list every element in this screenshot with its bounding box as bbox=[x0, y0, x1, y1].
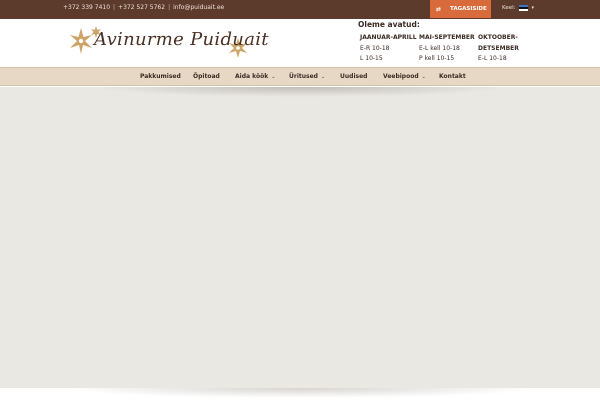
chat-icon: ⇄ bbox=[436, 5, 442, 13]
nav-item-label: Aida köök bbox=[235, 73, 269, 80]
nav-item-label: Uudised bbox=[340, 73, 368, 80]
nav-item-label: Õpitoad bbox=[193, 73, 220, 80]
nav-item-label: Pakkumised bbox=[140, 73, 181, 80]
chevron-down-icon: ⌄ bbox=[271, 74, 276, 80]
nav-item-veebipood[interactable]: Veebipood ⌄ bbox=[383, 73, 426, 80]
feedback-button[interactable]: ⇄ TAGASISIDE bbox=[430, 0, 491, 18]
language-label: Keel: bbox=[502, 5, 516, 11]
nav-item-label: Üritused bbox=[289, 73, 318, 80]
main-content-area bbox=[0, 87, 600, 389]
separator: | bbox=[168, 4, 171, 11]
chevron-down-icon: ⌄ bbox=[320, 74, 326, 80]
hours-line: E-R 10-18 bbox=[360, 44, 390, 52]
hours-line: P kell 10-15 bbox=[419, 55, 455, 62]
email-link[interactable]: info@puiduait.ee bbox=[173, 4, 224, 11]
top-bar: +372 339 7410 | +372 527 5762 | info@puiduai… bbox=[0, 0, 600, 19]
site-header: Avinurme Puiduait Oleme avatud: JAANUAR-… bbox=[0, 19, 600, 67]
nav-shadow bbox=[90, 87, 510, 97]
hours-line: DETSEMBER bbox=[478, 44, 519, 52]
hours-column-autumn: OKTOOBER- DETSEMBER E-L 10-18 bbox=[478, 33, 519, 65]
hours-heading: OKTOOBER- bbox=[478, 34, 518, 41]
content-bottom-shadow bbox=[0, 388, 600, 400]
hours-line: E-L 10-18 bbox=[478, 55, 507, 62]
nav-item-label: Kontakt bbox=[439, 73, 466, 80]
chevron-down-icon: ⌄ bbox=[421, 74, 426, 80]
nav-item-kontakt[interactable]: Kontakt bbox=[439, 73, 466, 80]
hours-column-summer: MAI-SEPTEMBER E-L kell 10-18 P kell 10-1… bbox=[419, 33, 475, 65]
feedback-label: TAGASISIDE bbox=[450, 6, 487, 12]
nav-item-uudised[interactable]: Uudised bbox=[340, 73, 367, 80]
hours-line: L 10-15 bbox=[360, 55, 383, 62]
phone-link-1[interactable]: +372 339 7410 bbox=[63, 4, 110, 11]
nav-item-opitoad[interactable]: Õpitoad bbox=[193, 73, 220, 80]
nav-item-uritused[interactable]: Üritused ⌄ bbox=[289, 73, 325, 80]
logo-text: Avinurme Puiduait bbox=[94, 29, 269, 50]
language-selector[interactable]: Keel: ▾ bbox=[502, 5, 534, 11]
main-navigation: Pakkumised Õpitoad Aida köök ⌄ Üritused ⌄ … bbox=[0, 67, 600, 86]
nav-item-pakkumised[interactable]: Pakkumised bbox=[140, 73, 181, 80]
nav-item-aida-kook[interactable]: Aida köök ⌄ bbox=[235, 73, 275, 80]
phone-link-2[interactable]: +372 527 5762 bbox=[118, 4, 165, 11]
separator: | bbox=[113, 4, 116, 11]
nav-item-label: Veebipood bbox=[383, 73, 419, 80]
opening-hours-title: Oleme avatud: bbox=[358, 20, 420, 29]
hours-heading: JAANUAR-APRILL bbox=[360, 34, 417, 41]
chevron-down-icon: ▾ bbox=[531, 5, 534, 11]
hours-column-winter: JAANUAR-APRILL E-R 10-18 L 10-15 bbox=[360, 33, 417, 65]
hours-line: E-L kell 10-18 bbox=[419, 44, 460, 52]
site-logo[interactable]: Avinurme Puiduait bbox=[67, 24, 269, 64]
contact-info: +372 339 7410 | +372 527 5762 | info@puiduai… bbox=[63, 4, 224, 11]
estonian-flag-icon bbox=[519, 5, 529, 11]
hours-heading: MAI-SEPTEMBER bbox=[419, 34, 475, 41]
